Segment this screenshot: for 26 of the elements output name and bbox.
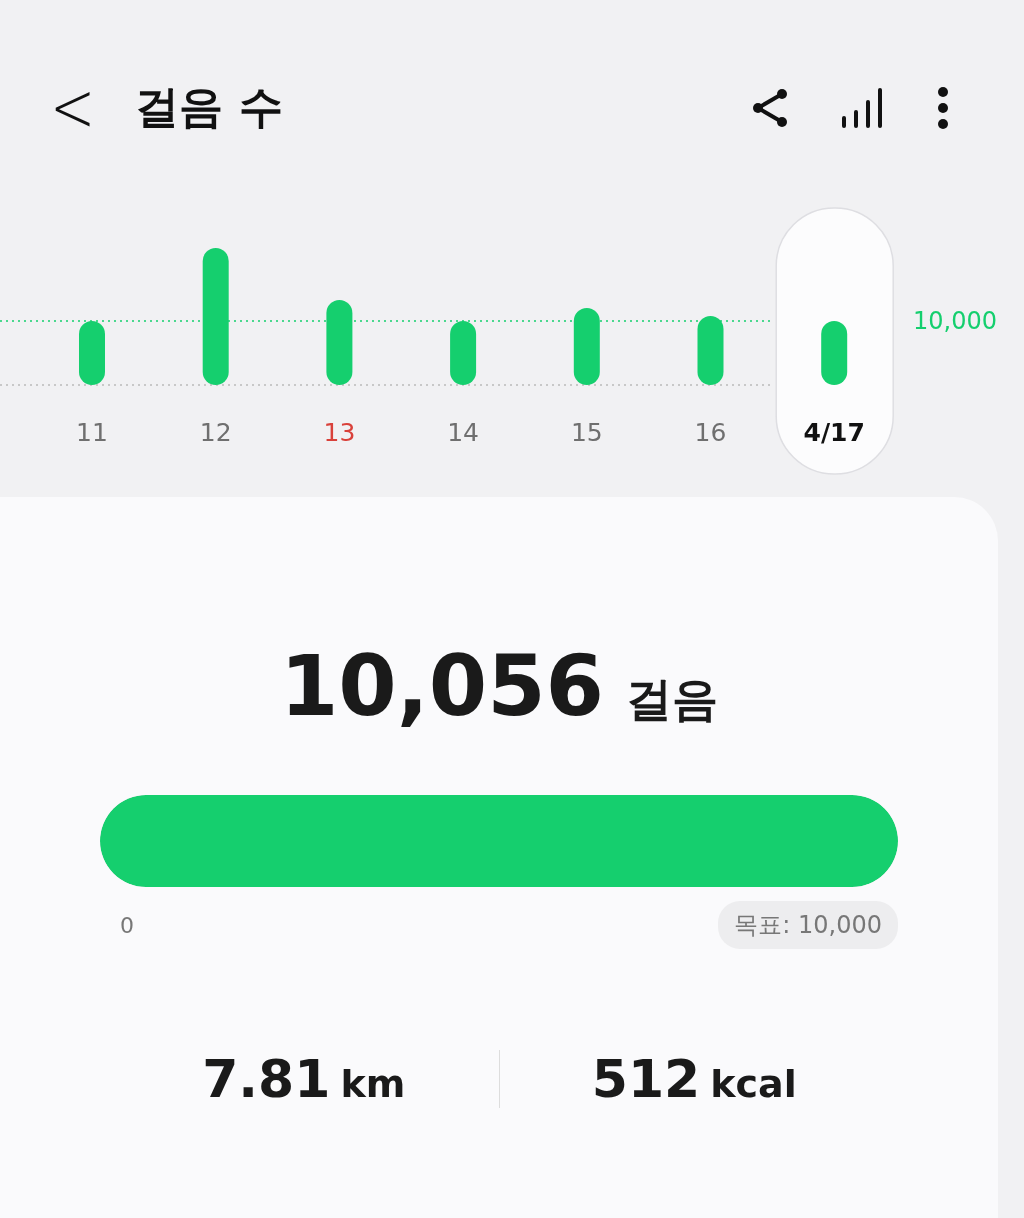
step-bar[interactable] [79,321,105,385]
more-icon[interactable] [936,85,950,130]
step-bar[interactable] [202,248,229,385]
goal-label: 10,000 [913,307,997,335]
step-bar[interactable] [697,316,724,385]
goal-badge: 목표: 10,000 [718,901,898,949]
stat-unit: km [340,1062,406,1106]
step-bar[interactable] [450,321,477,385]
step-bar[interactable] [326,300,353,385]
step-unit: 걸음 [626,671,719,728]
day-label[interactable]: 15 [570,418,603,447]
day-label[interactable]: 16 [694,418,727,447]
min-label: 0 [120,912,134,938]
step-count: 10,056 [279,637,605,735]
day-label[interactable]: 13 [323,418,356,447]
back-button[interactable]: < [40,72,106,143]
stat-value: 7.81 [202,1049,331,1109]
step-bar[interactable] [573,308,600,385]
page-title: 걸음 수 [135,80,283,134]
day-label[interactable]: 11 [76,418,108,447]
day-label[interactable]: 4/17 [803,418,865,447]
day-label[interactable]: 14 [447,418,479,447]
day-label[interactable]: 12 [199,418,232,447]
stat-unit: kcal [710,1062,797,1106]
stat-value: 512 [591,1049,701,1109]
step-bar[interactable] [821,321,848,385]
